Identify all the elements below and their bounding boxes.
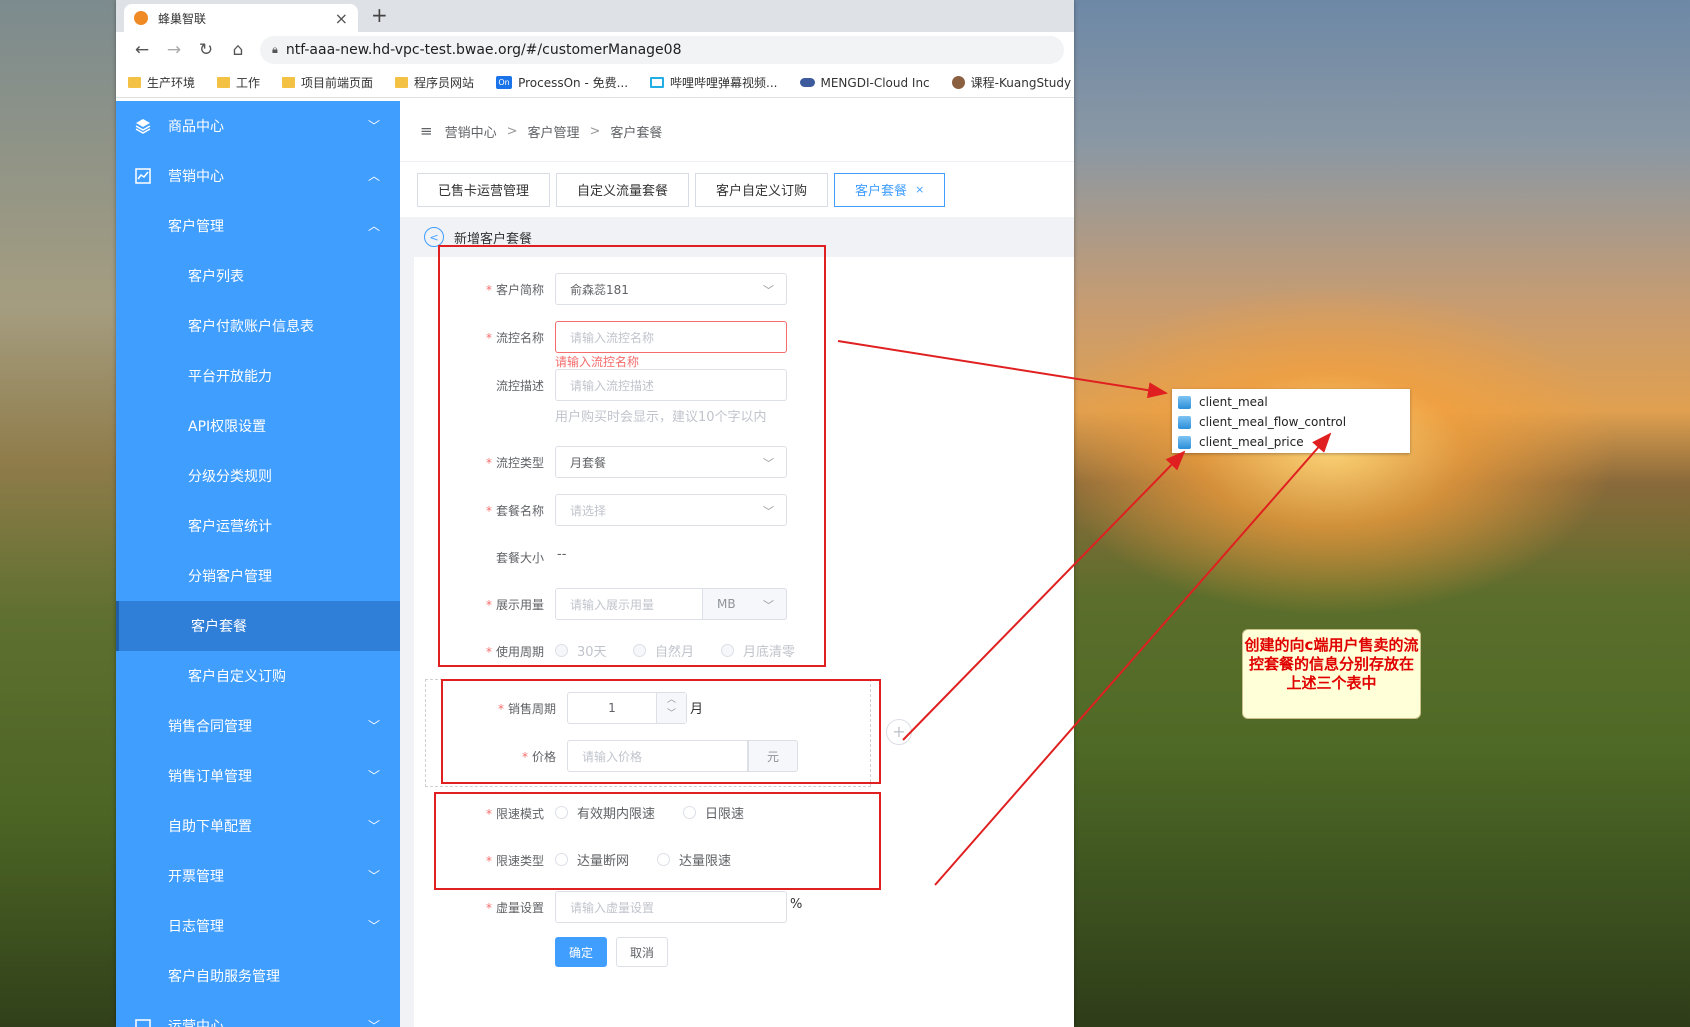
sidebar-item-customer-manage[interactable]: 客户管理 ︿ xyxy=(116,201,400,251)
home-icon[interactable]: ⌂ xyxy=(222,40,254,60)
browser-tab[interactable]: 蜂巢智联 × xyxy=(124,4,358,32)
tab-sold-card-ops[interactable]: 已售卡运营管理 xyxy=(417,172,551,207)
folder-icon xyxy=(217,77,231,88)
tab-close-icon[interactable]: × xyxy=(915,183,924,196)
sidebar-item-customer-list[interactable]: 客户列表 xyxy=(116,251,400,301)
sidebar-item-goods-center[interactable]: 商品中心 ﹀ xyxy=(116,101,400,151)
highlight-box-limit xyxy=(434,792,881,890)
bookmark[interactable]: 工作 xyxy=(217,74,260,91)
sidebar-item-self-service[interactable]: 客户自助服务管理 xyxy=(116,951,400,1001)
reload-icon[interactable]: ↻ xyxy=(190,40,222,60)
breadcrumb-item: 客户套餐 xyxy=(610,125,663,141)
chevron-down-icon: ﹀ xyxy=(367,869,380,883)
lock-icon: 🔒︎ xyxy=(272,43,278,56)
bookmark[interactable]: 程序员网站 xyxy=(395,74,474,91)
confirm-button[interactable]: 确定 xyxy=(555,937,607,967)
desktop-wallpaper-left xyxy=(0,0,116,1027)
url-text: ntf-aaa-new.hd-vpc-test.bwae.org/#/custo… xyxy=(285,42,682,58)
tab-strip: 蜂巢智联 × + xyxy=(116,0,1074,32)
folder-icon xyxy=(395,77,409,88)
monitor-icon xyxy=(135,1019,151,1027)
page-tabs: 已售卡运营管理 自定义流量套餐 客户自定义订购 客户套餐 × xyxy=(400,161,1074,217)
favicon-icon xyxy=(134,11,148,25)
bookmark[interactable]: On ProcessOn - 免费... xyxy=(496,74,628,91)
virtual-label: * 虚量设置 xyxy=(485,901,544,915)
sidebar-menu: 商品中心 ﹀ 营销中心 ︿ 客户管理 ︿ 客户列表 客户付款账户信息表 平台开放… xyxy=(116,101,400,1027)
sidebar-item-self-order-config[interactable]: 自助下单配置 ﹀ xyxy=(116,801,400,851)
folder-icon xyxy=(128,77,141,88)
sidebar-item-operation-stats[interactable]: 客户运营统计 xyxy=(116,501,400,551)
chevron-up-icon: ︿ xyxy=(367,219,380,233)
sidebar-item-sales-order[interactable]: 销售订单管理 ﹀ xyxy=(116,751,400,801)
bookmark[interactable]: 哔哩哔哩弹幕视频... xyxy=(650,74,778,91)
address-bar: ← → ↻ ⌂ 🔒︎ ntf-aaa-new.hd-vpc-test.bwae.… xyxy=(116,32,1074,68)
processon-icon: On xyxy=(496,76,513,89)
chevron-down-icon: ﹀ xyxy=(367,769,380,783)
add-price-icon[interactable]: + xyxy=(886,719,912,745)
breadcrumb-separator: > xyxy=(506,123,518,139)
folder-icon xyxy=(282,77,296,88)
sidebar-item-invoice[interactable]: 开票管理 ﹀ xyxy=(116,851,400,901)
bookmark[interactable]: 生产环境 xyxy=(128,74,195,91)
table-icon xyxy=(1178,435,1191,449)
tab-customer-package[interactable]: 客户套餐 × xyxy=(834,172,946,207)
avatar-icon xyxy=(951,76,965,89)
chevron-up-icon: ︿ xyxy=(367,169,380,183)
menu-toggle-icon[interactable]: ≡ xyxy=(420,122,433,140)
back-icon[interactable]: ← xyxy=(126,40,158,60)
sidebar-item-customer-package[interactable]: 客户套餐 xyxy=(116,601,400,651)
bookmarks-bar: 生产环境 工作 项目前端页面 程序员网站 On ProcessOn - 免费...… xyxy=(116,68,1074,98)
tab-custom-order[interactable]: 客户自定义订购 xyxy=(695,172,829,207)
db-table-item[interactable]: client_meal xyxy=(1178,392,1404,412)
sidebar-item-distribution-customers[interactable]: 分销客户管理 xyxy=(116,551,400,601)
annotation-note: 创建的向c端用户售卖的流控套餐的信息分别存放在上述三个表中 xyxy=(1242,629,1421,719)
table-icon xyxy=(1178,415,1191,429)
highlight-box-package xyxy=(438,245,826,667)
table-icon xyxy=(1178,395,1191,409)
bookmark[interactable]: 项目前端页面 xyxy=(282,74,373,91)
chevron-down-icon: ﹀ xyxy=(367,719,380,733)
tab-title: 蜂巢智联 xyxy=(158,11,207,26)
virtual-unit: % xyxy=(790,897,803,912)
sidebar-item-open-capability[interactable]: 平台开放能力 xyxy=(116,351,400,401)
db-table-list: client_meal client_meal_flow_control cli… xyxy=(1172,389,1410,453)
sidebar-item-api-permission[interactable]: API权限设置 xyxy=(116,401,400,451)
breadcrumb: ≡ 营销中心 > 客户管理 > 客户套餐 xyxy=(400,101,1074,161)
forward-icon[interactable]: → xyxy=(158,40,190,60)
highlight-box-price xyxy=(441,679,881,784)
sidebar-item-log[interactable]: 日志管理 ﹀ xyxy=(116,901,400,951)
new-tab-button[interactable]: + xyxy=(371,3,388,27)
url-field[interactable]: 🔒︎ ntf-aaa-new.hd-vpc-test.bwae.org/#/cu… xyxy=(260,36,1064,64)
sidebar-item-classification-rules[interactable]: 分级分类规则 xyxy=(116,451,400,501)
cloud-icon xyxy=(799,78,815,87)
back-icon[interactable]: < xyxy=(424,227,444,247)
layers-icon xyxy=(135,119,151,134)
page-title: 新增客户套餐 xyxy=(454,231,533,247)
db-table-item[interactable]: client_meal_price xyxy=(1178,432,1404,452)
chevron-down-icon: ﹀ xyxy=(367,819,380,833)
sidebar-item-sales-contract[interactable]: 销售合同管理 ﹀ xyxy=(116,701,400,751)
bookmark[interactable]: 课程-KuangStudy xyxy=(951,74,1071,91)
chart-line-icon xyxy=(135,168,151,184)
breadcrumb-item[interactable]: 客户管理 xyxy=(528,122,580,141)
sidebar-item-operation-center[interactable]: 运营中心 ﹀ xyxy=(116,1001,400,1027)
bookmark[interactable]: MENGDI-Cloud Inc xyxy=(799,76,930,90)
breadcrumb-item[interactable]: 营销中心 xyxy=(445,122,497,141)
bilibili-icon xyxy=(650,77,665,88)
chevron-down-icon: ﹀ xyxy=(367,1019,380,1027)
breadcrumb-separator: > xyxy=(589,123,601,139)
sidebar-item-payment-accounts[interactable]: 客户付款账户信息表 xyxy=(116,301,400,351)
chevron-down-icon: ﹀ xyxy=(367,119,380,133)
db-table-item[interactable]: client_meal_flow_control xyxy=(1178,412,1404,432)
tab-close-icon[interactable]: × xyxy=(335,9,348,28)
virtual-input[interactable]: 请输入虚量设置 xyxy=(555,891,787,923)
sidebar-item-custom-order[interactable]: 客户自定义订购 xyxy=(116,651,400,701)
cancel-button[interactable]: 取消 xyxy=(616,937,668,967)
sidebar-item-marketing-center[interactable]: 营销中心 ︿ xyxy=(116,151,400,201)
tab-custom-traffic-package[interactable]: 自定义流量套餐 xyxy=(556,172,690,207)
chevron-down-icon: ﹀ xyxy=(367,919,380,933)
